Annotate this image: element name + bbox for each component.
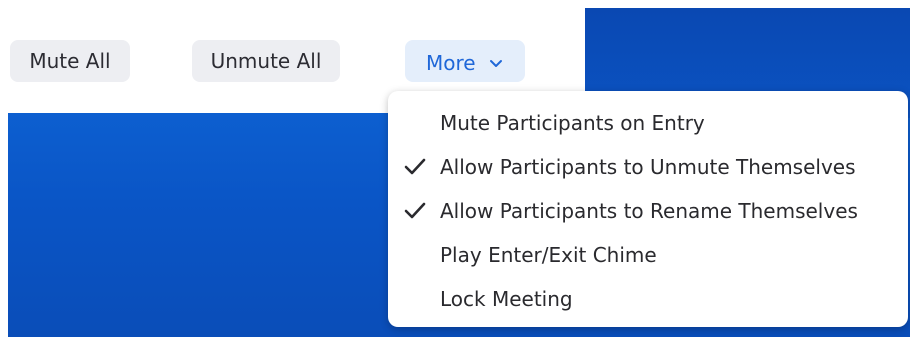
check-icon [404, 158, 426, 175]
more-button[interactable]: More [405, 40, 525, 82]
menu-item-label: Play Enter/Exit Chime [440, 243, 657, 267]
menu-item-mute-participants-on-entry[interactable]: Mute Participants on Entry [388, 101, 908, 145]
menu-item-allow-unmute-themselves[interactable]: Allow Participants to Unmute Themselves [388, 145, 908, 189]
check-icon [404, 202, 426, 219]
more-dropdown-menu: Mute Participants on Entry Allow Partici… [388, 91, 908, 327]
menu-item-label: Lock Meeting [440, 287, 573, 311]
chevron-down-icon [489, 59, 502, 67]
menu-item-play-enter-exit-chime[interactable]: Play Enter/Exit Chime [388, 233, 908, 277]
more-button-label: More [426, 50, 476, 75]
menu-item-allow-rename-themselves[interactable]: Allow Participants to Rename Themselves [388, 189, 908, 233]
menu-item-label: Allow Participants to Rename Themselves [440, 199, 858, 223]
menu-item-label: Mute Participants on Entry [440, 111, 705, 135]
menu-item-label: Allow Participants to Unmute Themselves [440, 155, 856, 179]
mute-all-button[interactable]: Mute All [10, 40, 130, 82]
unmute-all-button[interactable]: Unmute All [192, 40, 340, 82]
menu-item-lock-meeting[interactable]: Lock Meeting [388, 277, 908, 321]
